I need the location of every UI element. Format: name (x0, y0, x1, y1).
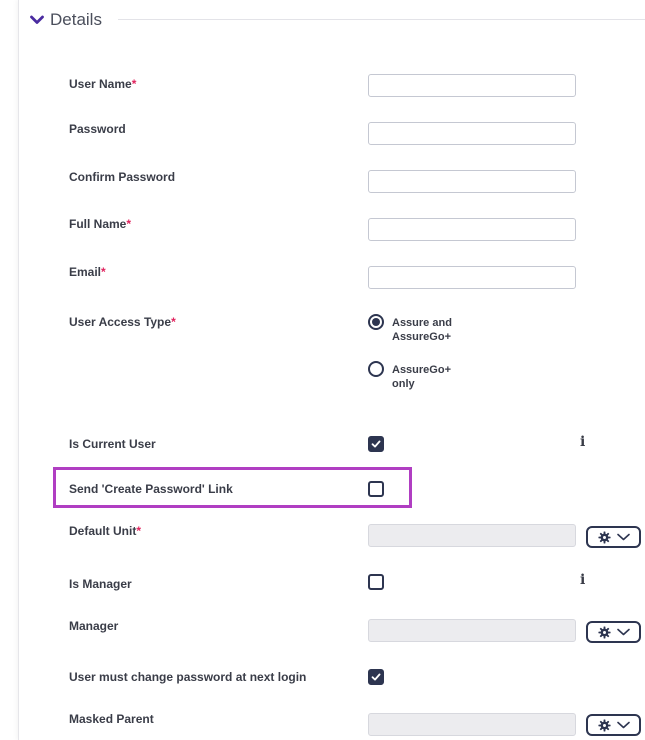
details-title: Details (50, 10, 102, 29)
send-create-password-link-label: Send 'Create Password' Link (69, 482, 233, 496)
masked-parent-input (368, 713, 576, 736)
email-input[interactable] (368, 266, 576, 289)
masked-parent-options-button[interactable] (586, 714, 641, 736)
confirm-password-label: Confirm Password (69, 170, 176, 184)
details-section-toggle[interactable]: Details (30, 10, 110, 30)
default-unit-label-text: Default Unit (69, 524, 137, 538)
user-name-input[interactable] (368, 74, 576, 97)
required-marker: * (136, 524, 142, 538)
gear-icon (597, 718, 611, 732)
user-name-label-text: User Name (69, 77, 132, 91)
gear-icon (597, 530, 611, 544)
send-create-password-link-checkbox[interactable] (368, 481, 384, 497)
password-input[interactable] (368, 122, 576, 145)
chevron-down-icon (616, 628, 630, 636)
manager-label: Manager (69, 619, 119, 633)
is-manager-checkbox[interactable] (368, 574, 384, 590)
access-type-option-2-label: AssureGo+ only (392, 363, 451, 391)
masked-parent-label: Masked Parent (69, 712, 154, 726)
password-label: Password (69, 122, 126, 136)
user-name-label: User Name* (69, 77, 136, 91)
required-marker: * (126, 217, 132, 231)
default-unit-label: Default Unit* (69, 524, 141, 538)
manager-input (368, 619, 576, 642)
default-unit-options-button[interactable] (586, 526, 641, 548)
option-line: AssureGo+ (392, 331, 451, 343)
is-manager-label: Is Manager (69, 577, 132, 591)
email-label-text: Email (69, 265, 102, 279)
default-unit-input (368, 524, 576, 547)
confirm-password-input[interactable] (368, 170, 576, 193)
access-type-radio-assurego-only[interactable] (368, 361, 384, 377)
email-label: Email* (69, 265, 106, 279)
check-icon (371, 440, 381, 448)
chevron-down-icon (30, 15, 44, 24)
required-marker: * (101, 265, 106, 279)
required-marker: * (131, 77, 137, 91)
manager-options-button[interactable] (586, 621, 641, 643)
legend-divider (118, 19, 645, 20)
chevron-down-icon (616, 533, 630, 541)
is-current-user-label: Is Current User (69, 437, 156, 451)
option-line: Assure and (392, 317, 452, 329)
is-current-user-checkbox[interactable] (368, 436, 384, 452)
full-name-label: Full Name* (69, 217, 131, 231)
must-change-password-checkbox[interactable] (368, 669, 384, 685)
access-type-radio-assure-and-assurego[interactable] (368, 314, 384, 330)
option-line: AssureGo+ (392, 364, 451, 376)
gear-icon (597, 625, 611, 639)
user-access-type-label: User Access Type* (69, 315, 176, 329)
required-marker: * (171, 315, 176, 329)
info-icon[interactable]: i (580, 434, 585, 450)
info-icon[interactable]: i (580, 572, 585, 588)
option-line: only (392, 378, 415, 390)
chevron-down-icon (616, 721, 630, 729)
full-name-label-text: Full Name (69, 217, 127, 231)
check-icon (371, 673, 381, 681)
full-name-input[interactable] (368, 218, 576, 241)
access-type-option-1-label: Assure and AssureGo+ (392, 316, 452, 344)
must-change-password-label: User must change password at next login (69, 670, 307, 684)
user-access-type-label-text: User Access Type (69, 315, 172, 329)
